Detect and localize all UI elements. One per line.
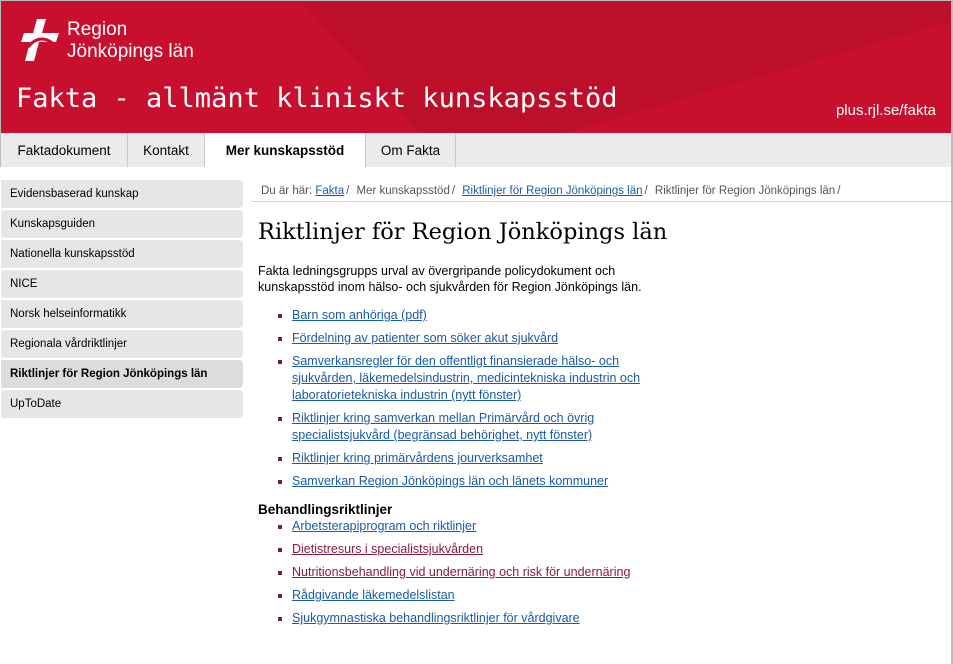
list-item: Arbetsterapiprogram och riktlinjer <box>273 518 678 535</box>
list-item: Rådgivande läkemedelslistan <box>273 587 678 604</box>
breadcrumb-item: Mer kunskapsstöd <box>356 185 450 197</box>
link-jourverksamhet[interactable]: Riktlinjer kring primärvårdens jourverks… <box>292 451 543 465</box>
sidebar-nav: Evidensbaserad kunskap Kunskapsguiden Na… <box>1 180 243 420</box>
link-riktlinjer-samverkan[interactable]: Riktlinjer kring samverkan mellan Primär… <box>292 411 594 442</box>
breadcrumb-separator: / <box>451 185 456 197</box>
site-header: Region Jönköpings län Fakta - allmänt kl… <box>0 0 952 134</box>
list-item: Barn som anhöriga (pdf) <box>273 307 678 324</box>
sidebar-item-regionala[interactable]: Regionala vårdriktlinjer <box>1 330 243 358</box>
list-item: Samverkansregler för den offentligt fina… <box>273 353 678 404</box>
tab-kontakt[interactable]: Kontakt <box>128 133 205 167</box>
breadcrumb-link-fakta[interactable]: Fakta <box>315 185 344 197</box>
list-item: Samverkan Region Jönköpings län och läne… <box>273 473 678 490</box>
breadcrumb-link-riktlinjer[interactable]: Riktlinjer för Region Jönköpings län <box>462 185 642 197</box>
list-item: Sjukgymnastiska behandlingsriktlinjer fö… <box>273 610 678 627</box>
site-title: Fakta - allmänt kliniskt kunskapsstöd <box>16 83 618 114</box>
link-samverkansregler[interactable]: Samverkansregler för den offentligt fina… <box>292 354 640 402</box>
tab-mer-kunskapsstod[interactable]: Mer kunskapsstöd <box>205 133 366 167</box>
breadcrumb-current: Riktlinjer för Region Jönköpings län <box>654 185 836 197</box>
list-item: Fördelning av patienter som söker akut s… <box>273 330 678 347</box>
intro-text: Fakta ledningsgrupps urval av övergripan… <box>258 264 642 294</box>
list-item: Nutritionsbehandling vid undernäring och… <box>273 564 678 581</box>
main-tabs: Faktadokument Kontakt Mer kunskapsstöd O… <box>0 133 952 167</box>
logo-text: Region Jönköpings län <box>67 19 194 63</box>
logo-line-1: Region <box>67 19 128 40</box>
page-title: Riktlinjer för Region Jönköpings län <box>258 219 668 245</box>
list-item: Riktlinjer kring samverkan mellan Primär… <box>273 410 678 444</box>
breadcrumb-separator: / <box>837 185 841 197</box>
list-item: Riktlinjer kring primärvårdens jourverks… <box>273 450 678 467</box>
section-heading-behandlingsriktlinjer: Behandlingsriktlinjer <box>258 502 393 517</box>
link-sjukgymnastiska[interactable]: Sjukgymnastiska behandlingsriktlinjer fö… <box>292 611 580 625</box>
sidebar-item-uptodate[interactable]: UpToDate <box>1 390 243 418</box>
sidebar-item-norsk[interactable]: Norsk helseinformatikk <box>1 300 243 328</box>
link-barn-som-anhoriga[interactable]: Barn som anhöriga (pdf) <box>292 308 427 322</box>
breadcrumb-separator: / <box>346 185 350 197</box>
tab-faktadokument[interactable]: Faktadokument <box>1 133 128 167</box>
list-item: Dietistresurs i specialistsjukvården <box>273 541 678 558</box>
breadcrumb: Du är här: Fakta / Mer kunskapsstöd / Rikt… <box>251 182 951 202</box>
treatment-links-list: Arbetsterapiprogram och riktlinjer Dieti… <box>258 518 678 627</box>
link-fordelning-av-patienter[interactable]: Fördelning av patienter som söker akut s… <box>292 331 558 345</box>
main-content: Riktlinjer för Region Jönköpings län Fak… <box>258 218 678 633</box>
sidebar-item-evidensbaserad[interactable]: Evidensbaserad kunskap <box>1 180 243 208</box>
policy-links-list: Barn som anhöriga (pdf) Fördelning av pa… <box>258 307 678 490</box>
sidebar-item-nice[interactable]: NICE <box>1 270 243 298</box>
logo-line-2: Jönköpings län <box>67 41 194 62</box>
breadcrumb-separator: / <box>644 185 648 197</box>
link-radgivande-lakemedelslistan[interactable]: Rådgivande läkemedelslistan <box>292 588 455 602</box>
breadcrumb-prefix: Du är här: <box>261 185 313 197</box>
sidebar-item-nationella[interactable]: Nationella kunskapsstöd <box>1 240 243 268</box>
sidebar-item-riktlinjer[interactable]: Riktlinjer för Region Jönköpings län <box>1 360 243 388</box>
sidebar-item-kunskapsguiden[interactable]: Kunskapsguiden <box>1 210 243 238</box>
link-dietistresurs[interactable]: Dietistresurs i specialistsjukvården <box>292 542 483 556</box>
link-nutritionsbehandling[interactable]: Nutritionsbehandling vid undernäring och… <box>292 565 630 579</box>
link-samverkan-kommuner[interactable]: Samverkan Region Jönköpings län och läne… <box>292 474 608 488</box>
site-url: plus.rjl.se/fakta <box>835 102 936 119</box>
link-arbetsterapiprogram[interactable]: Arbetsterapiprogram och riktlinjer <box>292 519 476 533</box>
region-cross-icon <box>21 19 59 61</box>
tab-om-fakta[interactable]: Om Fakta <box>366 133 456 167</box>
